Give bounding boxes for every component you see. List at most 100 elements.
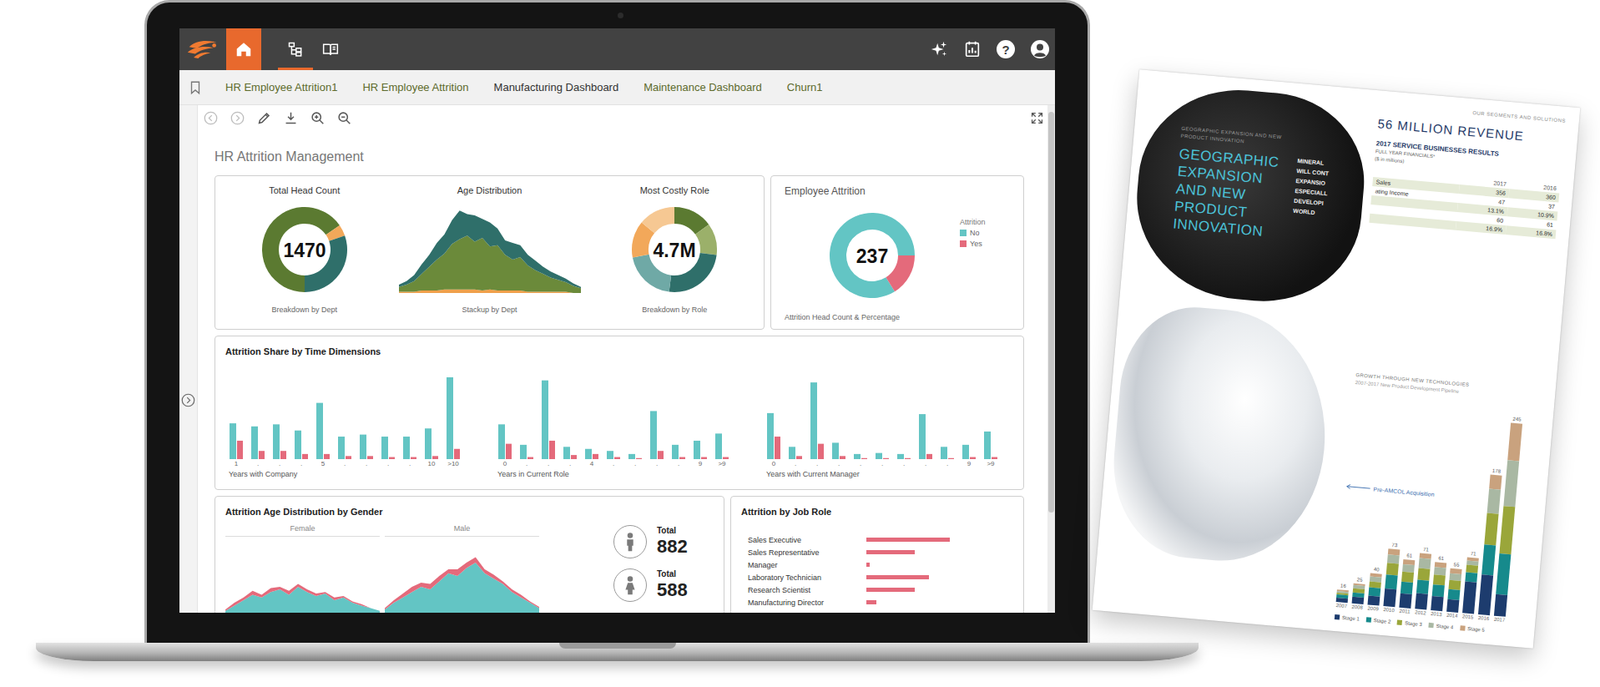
bar[interactable]: [505, 444, 512, 460]
bar[interactable]: [432, 455, 439, 460]
bar[interactable]: [541, 380, 549, 460]
job-role-row[interactable]: Laboratory Technician: [741, 570, 1014, 584]
donut-segment[interactable]: [829, 212, 915, 298]
bar[interactable]: [817, 444, 824, 460]
bar[interactable]: [861, 458, 868, 460]
bar[interactable]: [810, 382, 818, 460]
dashboard-tab[interactable]: HR Employee Attrition: [349, 80, 481, 94]
bar[interactable]: [424, 428, 432, 460]
bar[interactable]: [294, 430, 302, 460]
bar[interactable]: [403, 436, 410, 460]
stacked-bar[interactable]: 71 2015: [1461, 549, 1479, 621]
tool-button[interactable]: [230, 111, 245, 126]
bar[interactable]: [323, 454, 330, 460]
bar[interactable]: [338, 436, 345, 460]
tool-button[interactable]: [203, 111, 218, 126]
stacked-bar[interactable]: 73 2010: [1382, 540, 1402, 615]
bar[interactable]: [991, 457, 998, 460]
stacked-bar[interactable]: 55 2014: [1445, 560, 1463, 621]
bar[interactable]: [918, 413, 926, 460]
bar[interactable]: [345, 455, 352, 460]
bar[interactable]: [926, 454, 933, 460]
bar[interactable]: [671, 444, 679, 460]
bar[interactable]: [774, 436, 781, 460]
bar[interactable]: [984, 431, 991, 460]
bar[interactable]: [258, 450, 265, 460]
bar[interactable]: [302, 454, 308, 460]
stacked-bar[interactable]: 71 2012: [1413, 545, 1432, 617]
tool-button[interactable]: [283, 111, 298, 126]
bar[interactable]: [280, 450, 287, 460]
donut-segment[interactable]: [695, 224, 717, 255]
bar[interactable]: [875, 453, 883, 460]
help-button[interactable]: ?: [996, 40, 1015, 59]
bar[interactable]: [229, 423, 237, 460]
area-series[interactable]: [225, 586, 380, 613]
tool-button[interactable]: [310, 111, 325, 126]
nav-button[interactable]: [312, 28, 349, 71]
home-button[interactable]: [226, 28, 262, 71]
bar[interactable]: [796, 455, 803, 460]
dashboard-tab[interactable]: Manufacturing Dashboard: [481, 80, 632, 94]
bar[interactable]: [715, 433, 722, 460]
stacked-bar[interactable]: 16 2007: [1335, 581, 1350, 611]
legend-item[interactable]: No: [959, 228, 1012, 238]
expand-icon[interactable]: [181, 393, 196, 408]
bar[interactable]: [359, 434, 367, 460]
donut-segment[interactable]: [885, 254, 915, 291]
bar[interactable]: [969, 457, 976, 460]
area-series[interactable]: [398, 210, 581, 288]
stacked-bar[interactable]: 25 2008: [1351, 575, 1367, 612]
bar[interactable]: [940, 446, 948, 460]
bar[interactable]: [614, 457, 621, 460]
bar[interactable]: [316, 403, 324, 460]
bar[interactable]: [628, 454, 636, 460]
bar[interactable]: [897, 454, 904, 460]
bar[interactable]: [650, 410, 657, 460]
bar[interactable]: [679, 457, 686, 460]
bar[interactable]: [549, 440, 556, 460]
bar[interactable]: [693, 440, 701, 460]
stacked-bar[interactable]: 61 2011: [1398, 551, 1417, 616]
bar[interactable]: [767, 413, 774, 460]
bar[interactable]: [388, 457, 395, 460]
bar[interactable]: [381, 436, 389, 460]
job-role-row[interactable]: Sales Executive: [741, 533, 1014, 546]
bar[interactable]: [563, 446, 571, 460]
bar[interactable]: [570, 454, 577, 460]
dashboard-tab[interactable]: HR Employee Attrition1: [212, 80, 350, 94]
scrollbar[interactable]: [1047, 105, 1055, 613]
bar[interactable]: [454, 449, 460, 460]
bar[interactable]: [635, 458, 642, 460]
report-icon[interactable]: [963, 40, 982, 59]
stacked-bar[interactable]: 61 2013: [1429, 555, 1448, 620]
bar[interactable]: [722, 457, 729, 460]
job-role-row[interactable]: Manufacturing Director: [741, 595, 1014, 609]
fullscreen-button[interactable]: [1029, 111, 1045, 126]
stacked-bar[interactable]: 40 2009: [1367, 565, 1383, 614]
job-role-row[interactable]: Research Scientist: [741, 583, 1014, 596]
bar[interactable]: [410, 457, 417, 460]
area-series[interactable]: [225, 584, 380, 611]
bar[interactable]: [904, 458, 911, 460]
legend-item[interactable]: Yes: [959, 239, 1012, 248]
bar[interactable]: [701, 457, 707, 460]
bar[interactable]: [883, 458, 889, 460]
logo-icon[interactable]: [186, 37, 220, 61]
nav-button[interactable]: [277, 28, 313, 71]
bar[interactable]: [272, 423, 280, 460]
sparkle-icon[interactable]: [929, 40, 949, 59]
bar[interactable]: [788, 446, 796, 460]
donut-segment[interactable]: [641, 206, 675, 233]
user-icon[interactable]: [1029, 39, 1050, 60]
bar[interactable]: [498, 423, 505, 460]
bar[interactable]: [853, 454, 861, 460]
dashboard-tab[interactable]: Maintenance Dashboard: [630, 80, 775, 94]
bar[interactable]: [519, 444, 527, 460]
job-role-row[interactable]: Manager: [741, 558, 1014, 571]
bar[interactable]: [657, 450, 664, 460]
bar[interactable]: [585, 449, 592, 460]
area-series[interactable]: [384, 557, 540, 611]
bookmark-icon[interactable]: [187, 80, 203, 96]
bar[interactable]: [948, 458, 954, 460]
